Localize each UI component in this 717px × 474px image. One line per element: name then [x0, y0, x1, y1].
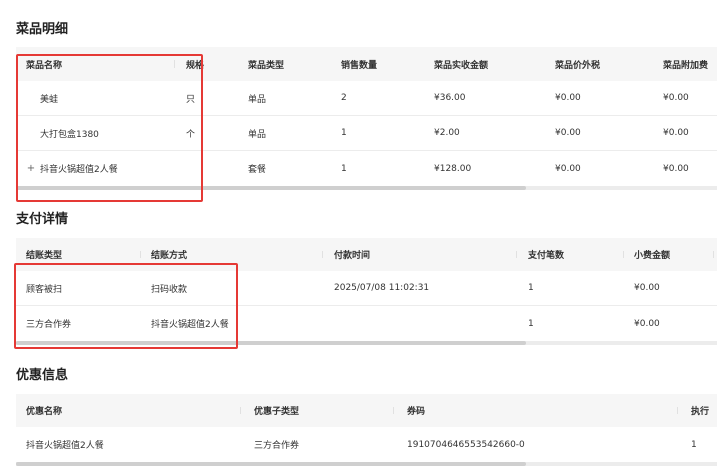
col-settle-type[interactable]: 结账类型 [26, 238, 62, 271]
payment-table: 结账类型 结账方式 付款时间 支付笔数 小费金额 顾客被扫 扫码收款 2025/… [16, 238, 717, 341]
settle-type: 顾客被扫 [26, 284, 63, 295]
dish-qty: 2 [341, 93, 347, 103]
dish-type: 单品 [248, 129, 267, 140]
dish-spec: 个 [186, 129, 196, 140]
dish-table: 菜品名称 规格 菜品类型 销售数量 菜品实收金额 菜品价外税 菜品附加费 美蛙 … [16, 47, 717, 186]
col-surcharge[interactable]: 菜品附加费 [663, 47, 708, 81]
col-tip-amount[interactable]: 小费金额 [634, 238, 670, 271]
dish-tax: ¥0.00 [555, 163, 581, 174]
dish-type: 单品 [248, 94, 267, 105]
pay-count: 1 [528, 283, 534, 293]
coupon-code: 1910704646553542660-0 [407, 439, 525, 450]
col-settle-method[interactable]: 结账方式 [151, 238, 187, 271]
settle-method: 扫码收款 [151, 284, 188, 295]
dish-amount: ¥128.00 [434, 163, 472, 174]
col-spec[interactable]: 规格 [186, 47, 204, 81]
dish-name: 抖音火锅超值2人餐 [40, 165, 118, 175]
dish-name: 美蛙 [40, 94, 59, 105]
tip-amount: ¥0.00 [634, 318, 660, 329]
table-row: 顾客被扫 扫码收款 2025/07/08 11:02:31 1 ¥0.00 [16, 271, 717, 306]
dish-surcharge: ¥0.00 [663, 128, 689, 138]
payment-table-header: 结账类型 结账方式 付款时间 支付笔数 小费金额 [16, 238, 717, 271]
discount-table-header: 优惠名称 优惠子类型 券码 执行 [16, 394, 717, 427]
pay-time: 2025/07/08 11:02:31 [334, 283, 430, 293]
scrollbar-thumb[interactable] [16, 341, 526, 345]
col-actual-amount[interactable]: 菜品实收金额 [434, 47, 488, 81]
col-dish-name[interactable]: 菜品名称 [26, 47, 62, 81]
dish-qty: 1 [341, 163, 347, 174]
dish-amount: ¥36.00 [434, 93, 466, 103]
dish-qty: 1 [341, 128, 347, 138]
dish-amount: ¥2.00 [434, 128, 460, 138]
scrollbar-thumb[interactable] [16, 462, 526, 466]
dish-table-header: 菜品名称 规格 菜品类型 销售数量 菜品实收金额 菜品价外税 菜品附加费 [16, 47, 717, 81]
discount-section-title: 优惠信息 [16, 368, 69, 383]
col-discount-subtype[interactable]: 优惠子类型 [254, 394, 299, 427]
col-pay-count[interactable]: 支付笔数 [528, 238, 564, 271]
table-row: + 抖音火锅超值2人餐 套餐 1 ¥128.00 ¥0.00 ¥0.00 [16, 151, 717, 186]
dish-name: 大打包盒1380 [40, 129, 99, 140]
dish-section-title: 菜品明细 [16, 22, 69, 37]
dish-surcharge: ¥0.00 [663, 163, 689, 174]
dish-tax: ¥0.00 [555, 128, 581, 138]
dish-type: 套餐 [248, 165, 267, 175]
exec-count: 1 [691, 439, 697, 450]
discount-table: 优惠名称 优惠子类型 券码 执行 抖音火锅超值2人餐 三方合作券 1910704… [16, 394, 717, 462]
dish-table-scrollbar[interactable] [16, 186, 717, 190]
payment-table-scrollbar[interactable] [16, 341, 717, 345]
discount-name: 抖音火锅超值2人餐 [26, 441, 104, 451]
col-dish-type[interactable]: 菜品类型 [248, 47, 284, 81]
dish-tax: ¥0.00 [555, 93, 581, 103]
settle-type: 三方合作券 [26, 320, 72, 330]
table-row: 美蛙 只 单品 2 ¥36.00 ¥0.00 ¥0.00 [16, 81, 717, 116]
pay-count: 1 [528, 318, 534, 329]
dish-surcharge: ¥0.00 [663, 93, 689, 103]
scrollbar-thumb[interactable] [16, 186, 526, 190]
col-discount-name[interactable]: 优惠名称 [26, 394, 62, 427]
table-row: 三方合作券 抖音火锅超值2人餐 1 ¥0.00 [16, 306, 717, 341]
col-extra-tax[interactable]: 菜品价外税 [555, 47, 600, 81]
settle-method: 抖音火锅超值2人餐 [151, 320, 229, 330]
col-coupon-code[interactable]: 券码 [407, 394, 425, 427]
table-row: 大打包盒1380 个 单品 1 ¥2.00 ¥0.00 ¥0.00 [16, 116, 717, 151]
payment-section-title: 支付详情 [16, 212, 69, 227]
col-sales-qty[interactable]: 销售数量 [341, 47, 377, 81]
discount-table-scrollbar[interactable] [16, 462, 717, 466]
tip-amount: ¥0.00 [634, 283, 660, 293]
dish-spec: 只 [186, 94, 196, 105]
expand-plus-icon[interactable]: + [26, 163, 36, 174]
col-exec[interactable]: 执行 [691, 394, 709, 427]
col-pay-time[interactable]: 付款时间 [334, 238, 370, 271]
discount-subtype: 三方合作券 [254, 441, 300, 451]
table-row: 抖音火锅超值2人餐 三方合作券 1910704646553542660-0 1 [16, 427, 717, 462]
